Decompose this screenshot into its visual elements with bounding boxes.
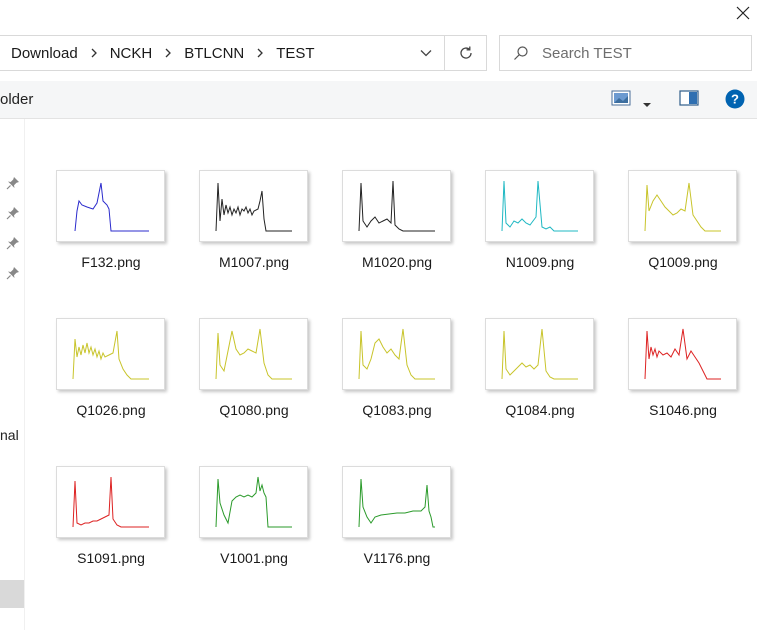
pin-icon[interactable]	[6, 266, 20, 285]
waveform-line	[644, 182, 721, 232]
thumbnail-image	[199, 318, 308, 390]
waveform-line	[215, 476, 292, 528]
thumbnail-image	[342, 170, 451, 242]
thumbnail-image	[628, 318, 737, 390]
refresh-icon	[459, 46, 472, 59]
breadcrumb-test[interactable]: TEST	[264, 45, 314, 62]
waveform-line	[358, 478, 435, 528]
view-dropdown-icon[interactable]	[642, 95, 652, 113]
file-name: Q1084.png	[505, 402, 575, 418]
pin-icon[interactable]	[6, 236, 20, 255]
thumbnail-image	[485, 170, 594, 242]
change-view-icon[interactable]	[611, 89, 631, 112]
search-icon	[500, 45, 542, 61]
waveform-line	[501, 180, 578, 232]
file-name: S1091.png	[77, 550, 145, 566]
file-name: F132.png	[81, 254, 141, 270]
thumbnail-image	[342, 466, 451, 538]
close-icon	[736, 6, 749, 20]
chevron-right-icon[interactable]	[78, 47, 98, 59]
thumbnail-image	[56, 170, 165, 242]
close-button[interactable]	[728, 0, 757, 26]
waveform-line	[358, 328, 435, 380]
file-name: V1176.png	[363, 550, 431, 566]
waveform-line	[501, 328, 578, 380]
file-name: M1020.png	[361, 254, 433, 270]
search-box[interactable]: Search TEST	[499, 35, 752, 71]
waveform-line	[358, 180, 435, 232]
waveform-line	[215, 182, 292, 232]
file-name: M1007.png	[218, 254, 290, 270]
pin-icon[interactable]	[6, 206, 20, 225]
help-icon[interactable]: ?	[725, 89, 745, 114]
chevron-right-icon[interactable]	[244, 47, 264, 59]
nav-item-selected[interactable]	[0, 580, 24, 608]
chevron-down-icon	[420, 50, 432, 57]
file-name: Q1080.png	[219, 402, 289, 418]
file-name: Q1083.png	[362, 402, 432, 418]
search-placeholder[interactable]: Search TEST	[542, 45, 632, 62]
waveform-line	[74, 182, 149, 232]
file-name: V1001.png	[220, 550, 288, 566]
preview-pane-icon[interactable]	[679, 90, 699, 111]
svg-text:?: ?	[731, 92, 739, 107]
thumbnail-image	[485, 318, 594, 390]
waveform-line	[72, 330, 149, 380]
nav-pane-divider[interactable]	[24, 119, 25, 630]
pin-icon[interactable]	[6, 176, 20, 195]
waveform-line	[215, 328, 292, 380]
file-name: Q1009.png	[648, 254, 718, 270]
thumbnail-image	[199, 466, 308, 538]
address-bar[interactable]: Download NCKH BTLCNN TEST	[0, 35, 444, 71]
nav-item-label[interactable]: nal	[0, 427, 19, 443]
thumbnail-image	[199, 170, 308, 242]
file-name: N1009.png	[505, 254, 575, 270]
thumbnail-image	[56, 466, 165, 538]
refresh-button[interactable]	[444, 35, 487, 71]
file-name: Q1026.png	[76, 402, 146, 418]
breadcrumb-download[interactable]: Download	[0, 45, 78, 62]
new-folder-label[interactable]: older	[0, 91, 33, 108]
waveform-line	[72, 476, 149, 528]
thumbnail-image	[628, 170, 737, 242]
chevron-right-icon[interactable]	[152, 47, 172, 59]
file-name: S1046.png	[649, 402, 717, 418]
breadcrumb-btlcnn[interactable]: BTLCNN	[172, 45, 244, 62]
breadcrumb-nckh[interactable]: NCKH	[98, 45, 153, 62]
thumbnail-image	[342, 318, 451, 390]
address-history-button[interactable]	[408, 35, 444, 71]
waveform-line	[644, 328, 721, 380]
thumbnail-image	[56, 318, 165, 390]
